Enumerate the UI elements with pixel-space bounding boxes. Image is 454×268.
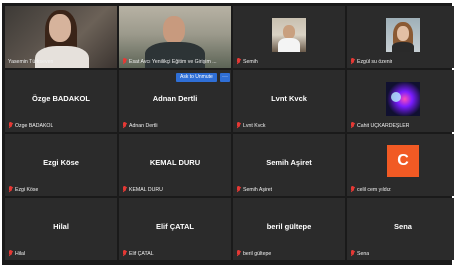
participant-name: Hilal: [15, 250, 26, 257]
muted-mic-icon: [8, 250, 13, 257]
tile-footer: Semih: [236, 57, 342, 66]
tile-footer: Esat Avcı Yenilikçi Eğitim ve Girişim ..…: [122, 57, 228, 66]
participant-tile-cahit[interactable]: Cahit ÜÇKARDEŞLER: [347, 70, 454, 132]
muted-mic-icon: [122, 186, 127, 193]
participant-name: Ezgül su özenir: [357, 58, 393, 65]
participant-name: Semih: [243, 58, 258, 65]
muted-mic-icon: [236, 186, 241, 193]
ask-to-unmute-button[interactable]: Ask to Unmute: [176, 73, 217, 82]
participant-name: Esat Avcı Yenilikçi Eğitim ve Girişim ..…: [129, 58, 217, 65]
video-figure-head: [49, 14, 71, 42]
participant-display-name: KEMAL DURU: [149, 158, 201, 167]
tile-footer: Ezgül su özenir: [350, 57, 454, 66]
participant-tile-kemal[interactable]: KEMAL DURU KEMAL DURU: [119, 134, 231, 196]
participant-tile-semih[interactable]: Semih: [233, 6, 345, 68]
muted-mic-icon: [122, 122, 127, 129]
participant-display-name: Hilal: [53, 222, 69, 231]
profile-photo: [386, 82, 420, 116]
participant-name: KEMAL DURU: [129, 186, 163, 193]
photo-glow: [391, 92, 401, 102]
participant-name: Elif ÇATAL: [129, 250, 154, 257]
tile-footer: Lvnt Kvck: [236, 121, 342, 130]
profile-photo: [272, 18, 306, 52]
participant-display-name: beril gültepe: [266, 222, 312, 231]
muted-mic-icon: [350, 58, 355, 65]
participant-name: Cahit ÜÇKARDEŞLER: [357, 122, 410, 129]
participant-grid: Yasemin Türkseven Esat Avcı Yenilikçi Eğ…: [5, 6, 454, 260]
participant-name: Adnan Dertli: [129, 122, 158, 129]
tile-footer: Sena: [350, 249, 454, 258]
participant-tile-semih-asiret[interactable]: Semih Aşiret Semih Aşiret: [233, 134, 345, 196]
muted-mic-icon: [236, 250, 241, 257]
tile-footer: KEMAL DURU: [122, 185, 228, 194]
photo-head: [283, 25, 295, 39]
participant-tile-celil[interactable]: C celil cem yıldız: [347, 134, 454, 196]
muted-mic-icon: [122, 58, 127, 65]
tile-footer: Elif ÇATAL: [122, 249, 228, 258]
muted-mic-icon: [236, 122, 241, 129]
participant-name: celil cem yıldız: [357, 186, 391, 193]
participant-tile-hilal[interactable]: Hilal Hilal: [5, 198, 117, 260]
participant-display-name: Lvnt Kvck: [271, 94, 307, 103]
participant-tile-yasemin[interactable]: Yasemin Türkseven: [5, 6, 117, 68]
tile-footer: celil cem yıldız: [350, 185, 454, 194]
initial-avatar: C: [387, 145, 419, 177]
participant-display-name: Sena: [394, 222, 412, 231]
more-options-button[interactable]: ···: [220, 73, 230, 82]
participant-tile-ozge[interactable]: Özge BADAKOL Özge BADAKOL: [5, 70, 117, 132]
tile-footer: Özge BADAKOL: [8, 121, 114, 130]
video-figure-head: [163, 16, 185, 44]
video-gallery: Yasemin Türkseven Esat Avcı Yenilikçi Eğ…: [2, 3, 454, 265]
tile-footer: Hilal: [8, 249, 114, 258]
tile-footer: beril gültepe: [236, 249, 342, 258]
participant-tile-ezgi[interactable]: Ezgi Köse Ezgi Köse: [5, 134, 117, 196]
participant-tile-beril[interactable]: beril gültepe beril gültepe: [233, 198, 345, 260]
muted-mic-icon: [122, 250, 127, 257]
participant-tile-lvnt[interactable]: Lvnt Kvck Lvnt Kvck: [233, 70, 345, 132]
participant-name: Yasemin Türkseven: [8, 58, 54, 65]
tile-footer: Semih Aşiret: [236, 185, 342, 194]
participant-name: beril gültepe: [243, 250, 272, 257]
participant-name: Sena: [357, 250, 370, 257]
tile-footer: Yasemin Türkseven: [8, 57, 114, 66]
tile-footer: Cahit ÜÇKARDEŞLER: [350, 121, 454, 130]
participant-name: Semih Aşiret: [243, 186, 273, 193]
participant-name: Özge BADAKOL: [15, 122, 54, 129]
participant-tile-elif[interactable]: Elif ÇATAL Elif ÇATAL: [119, 198, 231, 260]
muted-mic-icon: [8, 186, 13, 193]
participant-tile-sena[interactable]: Sena Sena: [347, 198, 454, 260]
muted-mic-icon: [350, 186, 355, 193]
muted-mic-icon: [350, 250, 355, 257]
participant-display-name: Semih Aşiret: [266, 158, 312, 167]
participant-tile-esat[interactable]: Esat Avcı Yenilikçi Eğitim ve Girişim ..…: [119, 6, 231, 68]
participant-display-name: Elif ÇATAL: [155, 222, 195, 231]
participant-name: Lvnt Kvck: [243, 122, 266, 129]
participant-name: Ezgi Köse: [15, 186, 39, 193]
tile-footer: Adnan Dertli: [122, 121, 228, 130]
muted-mic-icon: [8, 122, 13, 129]
participant-display-name: Ezgi Köse: [43, 158, 79, 167]
participant-tile-ezgul[interactable]: Ezgül su özenir: [347, 6, 454, 68]
photo-head: [397, 26, 409, 41]
participant-display-name: Adnan Dertli: [152, 94, 198, 103]
photo-body: [278, 38, 300, 52]
tile-footer: Ezgi Köse: [8, 185, 114, 194]
muted-mic-icon: [236, 58, 241, 65]
participant-display-name: Özge BADAKOL: [32, 94, 90, 103]
muted-mic-icon: [350, 122, 355, 129]
profile-photo: [386, 18, 420, 52]
photo-body: [392, 42, 414, 52]
